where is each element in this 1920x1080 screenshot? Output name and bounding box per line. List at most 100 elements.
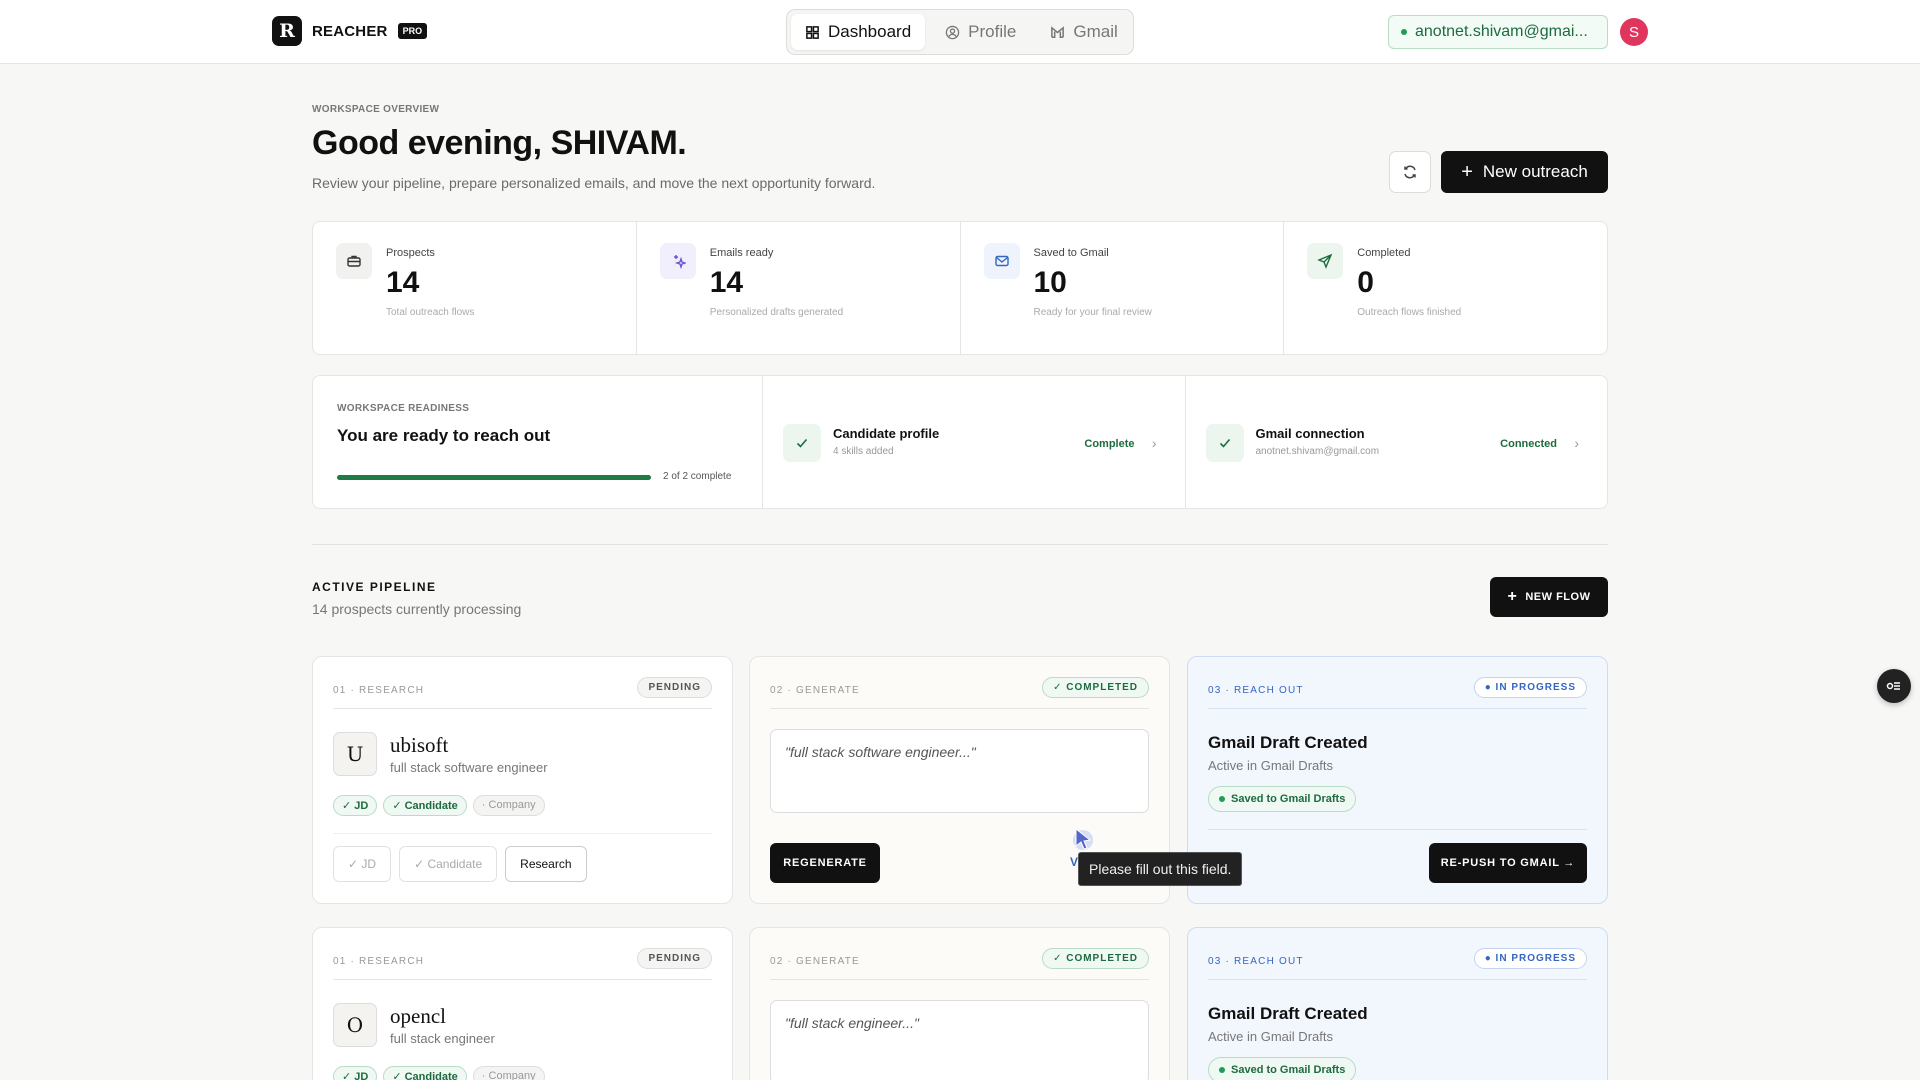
- stat-value: 14: [386, 266, 420, 299]
- status-dot: [1401, 29, 1407, 35]
- chip-jd: ✓ JD: [333, 1066, 378, 1080]
- readiness-summary: WORKSPACE READINESS You are ready to rea…: [313, 376, 763, 508]
- main-nav: Dashboard Profile Gmail: [786, 9, 1134, 55]
- saved-pill: Saved to Gmail Drafts: [1208, 1057, 1357, 1080]
- company-name: opencl: [390, 1004, 446, 1028]
- readiness-candidate-profile[interactable]: Candidate profile 4 skills added Complet…: [763, 376, 1186, 508]
- pill-label: Saved to Gmail Drafts: [1231, 1064, 1346, 1076]
- pill-label: Saved to Gmail Drafts: [1231, 793, 1346, 805]
- status-chips: ✓ JD ✓ Candidate · Company: [333, 1066, 545, 1080]
- logo-icon: R: [272, 16, 302, 46]
- account-email: anotnet.shivam@gmai...: [1415, 23, 1588, 40]
- step-label: 02 · GENERATE: [770, 956, 860, 967]
- new-outreach-button[interactable]: + New outreach: [1441, 151, 1608, 193]
- readiness-item-status: Complete: [1084, 438, 1135, 450]
- repush-gmail-button[interactable]: RE-PUSH TO GMAIL →: [1429, 843, 1587, 883]
- account-chip[interactable]: anotnet.shivam@gmai...: [1388, 15, 1608, 49]
- chevron-right-icon: ›: [1574, 435, 1579, 451]
- status-badge: ✓ COMPLETED: [1042, 948, 1149, 969]
- list-icon: [1886, 682, 1900, 690]
- card-divider: [1208, 829, 1587, 830]
- step-label: 01 · RESEARCH: [333, 956, 425, 967]
- card-header: 03 · REACH OUT ● IN PROGRESS: [1208, 677, 1587, 709]
- draft-subtitle: Active in Gmail Drafts: [1208, 758, 1333, 773]
- readiness-progress-track: [337, 475, 651, 480]
- draft-title: Gmail Draft Created: [1208, 1004, 1368, 1023]
- reach-out-card: 03 · REACH OUT ● IN PROGRESS Gmail Draft…: [1187, 656, 1608, 904]
- card-header: 01 · RESEARCH PENDING: [333, 677, 712, 709]
- company-role: full stack engineer: [390, 1031, 495, 1046]
- refresh-icon: [1404, 165, 1416, 179]
- briefcase-icon: [336, 243, 372, 279]
- card-header: 03 · REACH OUT ● IN PROGRESS: [1208, 948, 1587, 980]
- stat-value: 0: [1357, 266, 1374, 299]
- company-role: full stack software engineer: [390, 760, 548, 775]
- candidate-button[interactable]: ✓ Candidate: [399, 846, 498, 882]
- tab-gmail[interactable]: Gmail: [1036, 14, 1131, 50]
- stat-sub: Total outreach flows: [386, 307, 475, 318]
- step-label: 03 · REACH OUT: [1208, 685, 1304, 696]
- tab-profile[interactable]: Profile: [931, 14, 1030, 50]
- readiness-item-status: Connected: [1500, 438, 1557, 450]
- company-name: ubisoft: [390, 733, 449, 757]
- reach-out-card: 03 · REACH OUT ● IN PROGRESS Gmail Draft…: [1187, 927, 1608, 1080]
- draft-preview-field[interactable]: "full stack engineer...": [770, 1000, 1149, 1080]
- tab-dashboard[interactable]: Dashboard: [791, 14, 926, 50]
- stat-sub: Outreach flows finished: [1357, 307, 1462, 318]
- card-actions: ✓ JD ✓ Candidate Research: [333, 833, 712, 882]
- page-eyebrow: WORKSPACE OVERVIEW: [312, 104, 440, 115]
- status-badge: ✓ COMPLETED: [1042, 677, 1149, 698]
- tab-label: Gmail: [1073, 22, 1118, 41]
- readiness-progress-fill: [337, 475, 651, 480]
- new-flow-button[interactable]: + NEW FLOW: [1490, 577, 1608, 617]
- sparkle-icon: [659, 243, 696, 279]
- chip-company: · Company: [472, 1066, 545, 1080]
- avatar[interactable]: S: [1620, 18, 1648, 46]
- readiness-progress-text: 2 of 2 complete: [663, 471, 732, 482]
- step-label: 03 · REACH OUT: [1208, 956, 1304, 967]
- regenerate-button[interactable]: REGENERATE: [770, 843, 880, 883]
- readiness-item-title: Candidate profile: [833, 426, 940, 441]
- section-divider: [312, 544, 1608, 545]
- draft-preview-field[interactable]: "full stack software engineer...": [770, 729, 1149, 813]
- validation-tooltip: Please fill out this field.: [1078, 852, 1243, 886]
- stat-emails-ready: Emails ready 14 Personalized drafts gene…: [637, 222, 961, 354]
- saved-pill: Saved to Gmail Drafts: [1208, 786, 1357, 812]
- chevron-right-icon: ›: [1151, 435, 1157, 451]
- readiness-eyebrow: WORKSPACE READINESS: [337, 403, 470, 414]
- stat-value: 10: [1033, 266, 1067, 299]
- stat-prospects: Prospects 14 Total outreach flows: [313, 222, 637, 354]
- view-link[interactable]: V: [1070, 855, 1078, 869]
- readiness-item-sub: anotnet.shivam@gmail.com: [1255, 446, 1380, 457]
- floating-menu-button[interactable]: [1877, 669, 1911, 703]
- jd-button[interactable]: ✓ JD: [333, 846, 392, 882]
- readiness-gmail-connection[interactable]: Gmail connection anotnet.shivam@gmail.co…: [1186, 376, 1608, 508]
- button-label: New outreach: [1482, 162, 1588, 181]
- plus-icon: +: [1507, 588, 1518, 605]
- mail-icon: [983, 243, 1020, 279]
- draft-title: Gmail Draft Created: [1208, 733, 1368, 752]
- research-button[interactable]: Research: [505, 846, 587, 882]
- plus-icon: +: [1461, 161, 1473, 183]
- pro-badge: PRO: [397, 23, 428, 39]
- brand-logo[interactable]: R REACHER PRO: [272, 16, 428, 46]
- chip-candidate: ✓ Candidate: [383, 795, 467, 816]
- readiness-item-title: Gmail connection: [1255, 426, 1365, 441]
- tab-label: Profile: [968, 22, 1017, 41]
- status-badge: PENDING: [637, 677, 712, 698]
- status-badge: ● IN PROGRESS: [1473, 948, 1587, 969]
- research-card: 01 · RESEARCH PENDING O opencl full stac…: [312, 927, 733, 1080]
- stat-sub: Ready for your final review: [1033, 307, 1152, 318]
- button-label: NEW FLOW: [1525, 591, 1591, 603]
- card-header: 02 · GENERATE ✓ COMPLETED: [770, 677, 1149, 709]
- stat-completed: Completed 0 Outreach flows finished: [1284, 222, 1607, 354]
- refresh-button[interactable]: [1389, 151, 1431, 193]
- status-badge: PENDING: [637, 948, 712, 969]
- brand-name: REACHER: [312, 22, 388, 40]
- chip-jd: ✓ JD: [333, 795, 378, 816]
- status-dot: [1219, 796, 1225, 802]
- stat-value: 14: [709, 266, 744, 299]
- stat-label: Prospects: [386, 247, 435, 259]
- step-label: 02 · GENERATE: [770, 685, 860, 696]
- page-subtitle: Review your pipeline, prepare personaliz…: [312, 175, 876, 191]
